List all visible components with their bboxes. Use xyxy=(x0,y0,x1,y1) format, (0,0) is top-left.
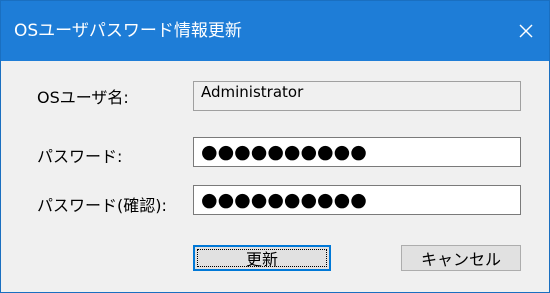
password-label: パスワード: xyxy=(37,147,123,166)
dialog-body: OSユーザ名: Administrator パスワード: ●●●●●●●●●● … xyxy=(1,61,549,292)
cancel-button-label: キャンセル xyxy=(420,250,501,269)
dialog-window: OSユーザパスワード情報更新 OSユーザ名: Administrator パスワ… xyxy=(0,0,550,293)
password-field[interactable]: ●●●●●●●●●● xyxy=(193,137,521,167)
confirm-password-label: パスワード(確認): xyxy=(37,196,167,215)
username-value: Administrator xyxy=(201,83,304,101)
close-icon xyxy=(519,24,533,38)
confirm-password-value: ●●●●●●●●●● xyxy=(201,189,367,211)
confirm-password-field[interactable]: ●●●●●●●●●● xyxy=(193,185,521,215)
username-label: OSユーザ名: xyxy=(37,88,129,107)
update-button-label: 更新 xyxy=(245,250,278,269)
close-button[interactable] xyxy=(503,1,549,61)
title-bar[interactable]: OSユーザパスワード情報更新 xyxy=(1,1,549,61)
cancel-button[interactable]: キャンセル xyxy=(401,245,521,271)
username-field: Administrator xyxy=(193,81,521,111)
password-value: ●●●●●●●●●● xyxy=(201,141,367,163)
update-button[interactable]: 更新 xyxy=(193,245,331,271)
window-title: OSユーザパスワード情報更新 xyxy=(14,21,242,41)
